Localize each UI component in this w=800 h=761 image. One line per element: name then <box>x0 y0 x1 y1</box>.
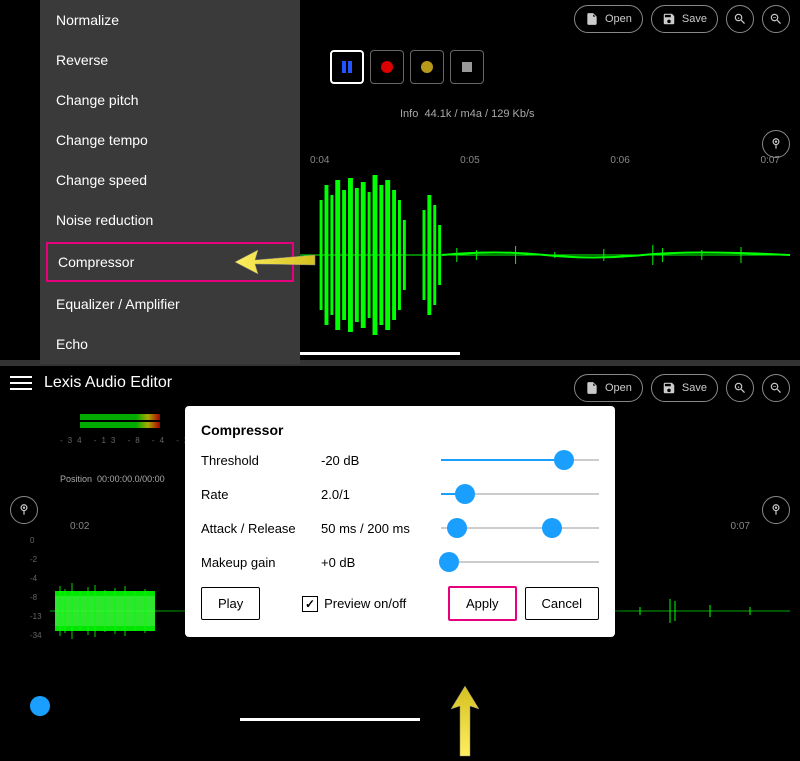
open-button-2[interactable]: Open <box>574 374 643 402</box>
pause-icon <box>340 60 354 74</box>
stop-button[interactable] <box>450 50 484 84</box>
circle-icon <box>420 60 434 74</box>
info-value: 44.1k / m4a / 129 Kb/s <box>424 108 534 120</box>
time-tick: 0:04 <box>310 155 329 167</box>
save-button-2[interactable]: Save <box>651 374 718 402</box>
menu-noise-reduction[interactable]: Noise reduction <box>40 200 300 240</box>
marker-icon <box>769 503 783 517</box>
menu-change-tempo[interactable]: Change tempo <box>40 120 300 160</box>
stop-icon <box>460 60 474 74</box>
attack-release-slider[interactable] <box>441 518 599 538</box>
open-button[interactable]: Open <box>574 5 643 33</box>
annotation-arrow <box>230 240 320 280</box>
time-tick: 0:06 <box>610 155 629 167</box>
audio-info: Info 44.1k / m4a / 129 Kb/s <box>400 108 535 120</box>
scrub-indicator <box>280 352 460 355</box>
menu-equalizer[interactable]: Equalizer / Amplifier <box>40 284 300 324</box>
gain-label: Makeup gain <box>201 555 321 570</box>
zoom-out-icon <box>769 12 783 26</box>
marker-left-button[interactable] <box>10 496 38 524</box>
threshold-value: -20 dB <box>321 453 441 468</box>
playhead[interactable] <box>30 696 50 716</box>
gain-slider[interactable] <box>441 552 599 572</box>
preview-label: Preview on/off <box>324 596 406 611</box>
save-button[interactable]: Save <box>651 5 718 33</box>
waveform-top[interactable] <box>300 170 790 340</box>
rate-value: 2.0/1 <box>321 487 441 502</box>
save-icon <box>662 381 676 395</box>
threshold-label: Threshold <box>201 453 321 468</box>
transport-controls <box>330 50 484 84</box>
save-label: Save <box>682 13 707 25</box>
bottom-toolbar: Open Save <box>574 374 790 402</box>
menu-button[interactable] <box>10 376 32 390</box>
top-toolbar: Open Save <box>574 5 790 33</box>
rate-label: Rate <box>201 487 321 502</box>
marker-right-button[interactable] <box>762 496 790 524</box>
time-tick: 0:02 <box>70 521 89 532</box>
menu-normalize[interactable]: Normalize <box>40 0 300 40</box>
cancel-button[interactable]: Cancel <box>525 587 599 620</box>
time-tick: 0:07 <box>761 155 780 167</box>
effects-menu: Normalize Reverse Change pitch Change te… <box>40 0 300 364</box>
app-title: Lexis Audio Editor <box>44 374 172 392</box>
play-button-dialog[interactable]: Play <box>201 587 260 620</box>
file-icon <box>585 381 599 395</box>
zoom-out-button-2[interactable] <box>762 374 790 402</box>
file-icon <box>585 12 599 26</box>
attack-release-value: 50 ms / 200 ms <box>321 521 441 536</box>
timeline-top: 0:04 0:05 0:06 0:07 <box>300 155 790 167</box>
open-label-2: Open <box>605 382 632 394</box>
pause-button[interactable] <box>330 50 364 84</box>
time-tick: 0:05 <box>460 155 479 167</box>
menu-change-pitch[interactable]: Change pitch <box>40 80 300 120</box>
record-icon <box>380 60 394 74</box>
compressor-dialog: Compressor Threshold -20 dB Rate 2.0/1 A… <box>185 406 615 637</box>
record-button[interactable] <box>370 50 404 84</box>
zoom-in-icon <box>733 381 747 395</box>
level-meter <box>80 414 160 434</box>
scrub-indicator-2 <box>240 718 420 721</box>
zoom-in-button-2[interactable] <box>726 374 754 402</box>
preview-checkbox[interactable]: ✓ Preview on/off <box>302 596 406 612</box>
checkbox-icon: ✓ <box>302 596 318 612</box>
zoom-in-icon <box>733 12 747 26</box>
menu-echo[interactable]: Echo <box>40 324 300 364</box>
time-tick: 0:07 <box>731 521 750 532</box>
marker-button[interactable] <box>762 130 790 158</box>
zoom-out-icon <box>769 381 783 395</box>
attack-release-label: Attack / Release <box>201 521 321 536</box>
zoom-out-button[interactable] <box>762 5 790 33</box>
rate-slider[interactable] <box>441 484 599 504</box>
menu-reverse[interactable]: Reverse <box>40 40 300 80</box>
save-label-2: Save <box>682 382 707 394</box>
marker-icon <box>769 137 783 151</box>
zoom-in-button[interactable] <box>726 5 754 33</box>
y-axis-labels: 0 -2 -4 -8 -13 -34 <box>30 536 42 640</box>
apply-button[interactable]: Apply <box>448 586 517 621</box>
save-icon <box>662 12 676 26</box>
dialog-title: Compressor <box>201 422 599 438</box>
info-label: Info <box>400 108 418 120</box>
annotation-arrow-2 <box>445 681 485 761</box>
position-readout: Position 00:00:00.0/00:00 <box>60 474 165 484</box>
gain-value: +0 dB <box>321 555 441 570</box>
marker-icon <box>17 503 31 517</box>
threshold-slider[interactable] <box>441 450 599 470</box>
play-button[interactable] <box>410 50 444 84</box>
open-label: Open <box>605 13 632 25</box>
menu-change-speed[interactable]: Change speed <box>40 160 300 200</box>
